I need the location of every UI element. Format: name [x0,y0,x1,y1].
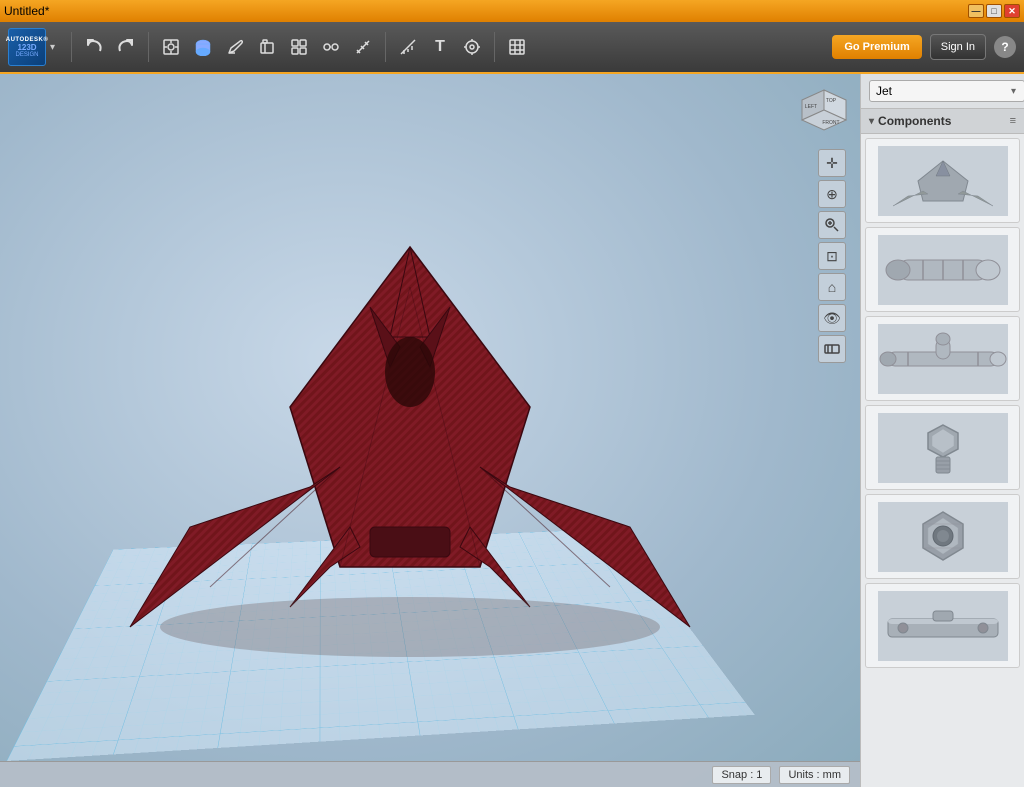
undo-button[interactable] [80,33,108,61]
component-item-bolt2[interactable] [865,494,1020,579]
close-button[interactable]: ✕ [1004,4,1020,18]
components-collapse-icon[interactable]: ▾ [869,116,874,127]
view-cube[interactable]: TOP LEFT FRONT [798,86,850,138]
modify-button[interactable] [285,33,313,61]
logo-text-123d: 123D [17,43,36,52]
app-title: Untitled* [4,4,49,18]
toolbar-separator [71,32,72,62]
snap-button[interactable] [458,33,486,61]
jet-model [50,187,770,687]
materials-button[interactable] [503,33,531,61]
main-area: TOP LEFT FRONT ✛ ⊕ ⊡ ⌂ 👁 › Snap : 1 Unit… [0,74,1024,787]
go-premium-button[interactable]: Go Premium [832,35,921,59]
help-button[interactable]: ? [994,36,1016,58]
component-item-connector1[interactable] [865,227,1020,312]
component-thumbnail-flat [878,591,1008,661]
logo-text-design: DESIGN [15,52,38,58]
fit-button[interactable]: ⊡ [818,242,846,270]
ruler-button[interactable] [394,33,422,61]
3d-viewport[interactable]: TOP LEFT FRONT ✛ ⊕ ⊡ ⌂ 👁 › Snap : 1 Unit… [0,74,860,787]
components-header: ▾ Components ≡ [861,109,1024,134]
component-thumbnail-bolt2 [878,502,1008,572]
toolbar-separator-2 [148,32,149,62]
construct-button[interactable] [253,33,281,61]
display-settings-button[interactable] [818,335,846,363]
component-item-jet[interactable] [865,138,1020,223]
units-indicator: Units : mm [779,766,850,784]
toolbar-separator-4 [494,32,495,62]
right-panel: Jet Other ▾ ▾ Components ≡ [860,74,1024,787]
logo-icon: AUTODESK® 123D DESIGN [8,28,46,66]
navigation-controls: ✛ ⊕ ⊡ ⌂ 👁 [818,149,846,363]
toolbar-separator-3 [385,32,386,62]
primitives-button[interactable] [189,33,217,61]
toolbar: AUTODESK® 123D DESIGN ▾ T [0,22,1024,74]
orbit-button[interactable]: ⊕ [818,180,846,208]
home-view-button[interactable]: ⌂ [818,273,846,301]
status-bar: Snap : 1 Units : mm [0,761,860,787]
panel-header: Jet Other ▾ [861,74,1024,109]
component-item-bolt1[interactable] [865,405,1020,490]
pan-button[interactable]: ✛ [818,149,846,177]
component-thumbnail-connector1 [878,235,1008,305]
title-bar: Untitled* — □ ✕ [0,0,1024,22]
sign-in-button[interactable]: Sign In [930,34,986,60]
zoom-button[interactable] [818,211,846,239]
pattern-button[interactable] [317,33,345,61]
snap-indicator: Snap : 1 [712,766,771,784]
components-label: Components [878,114,951,128]
components-list [861,134,1024,787]
panel-scroll-indicator[interactable]: ≡ [1010,115,1016,127]
minimize-button[interactable]: — [968,4,984,18]
component-item-connector2[interactable] [865,316,1020,401]
perspective-button[interactable]: 👁 [818,304,846,332]
text-button[interactable]: T [426,33,454,61]
window-controls: — □ ✕ [968,4,1020,18]
svg-text:FRONT: FRONT [822,120,839,126]
component-thumbnail-connector2 [878,324,1008,394]
component-thumbnail-jet [878,146,1008,216]
category-dropdown[interactable]: Jet Other [869,80,1024,102]
app-menu-dropdown[interactable]: ▾ [50,42,55,53]
sketch-button[interactable] [221,33,249,61]
maximize-button[interactable]: □ [986,4,1002,18]
svg-text:TOP: TOP [826,98,837,104]
redo-button[interactable] [112,33,140,61]
transform-button[interactable] [157,33,185,61]
component-item-flat[interactable] [865,583,1020,668]
logo-area: AUTODESK® 123D DESIGN ▾ [8,28,55,66]
component-thumbnail-bolt1 [878,413,1008,483]
svg-text:LEFT: LEFT [805,104,817,110]
measure-button[interactable] [349,33,377,61]
